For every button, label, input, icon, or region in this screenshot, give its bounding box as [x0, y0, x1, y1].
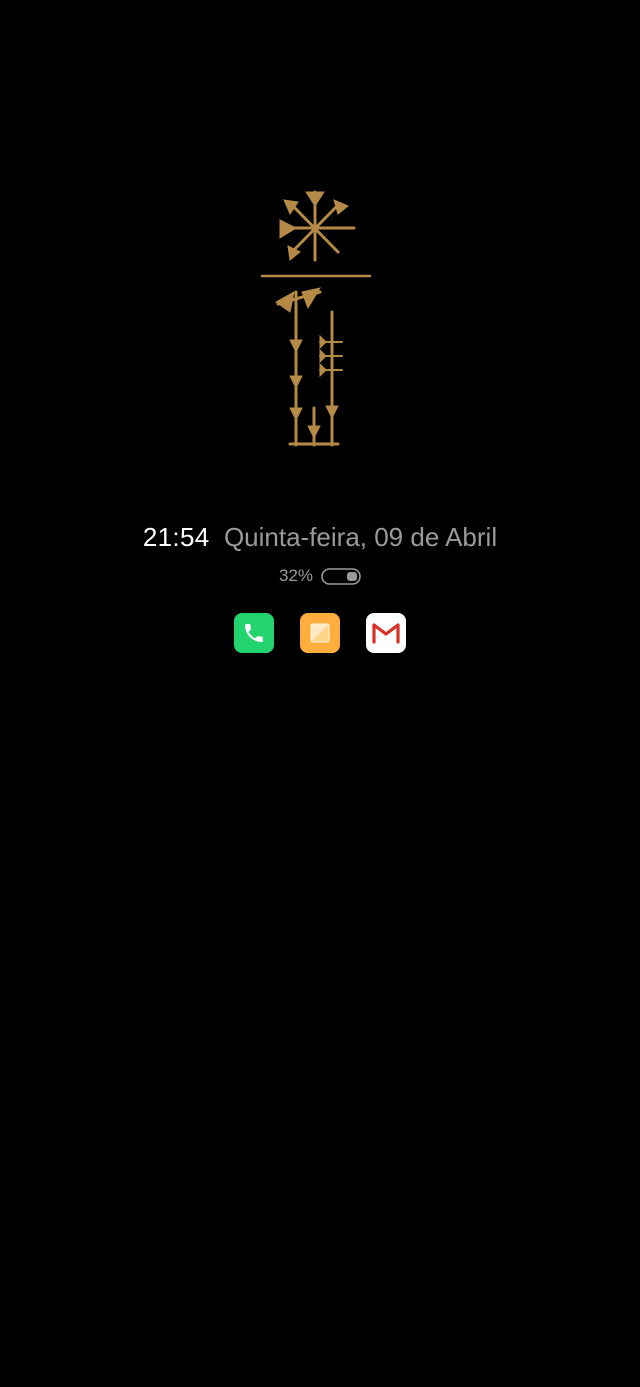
notes-app-icon[interactable] [300, 613, 340, 653]
clock-date: Quinta-feira, 09 de Abril [223, 522, 498, 552]
battery-status: 32% [0, 566, 640, 586]
gmail-app-icon[interactable] [366, 613, 406, 653]
clock-row: 21:54 Quinta-feira, 09 de Abril [0, 522, 640, 553]
cuneiform-wallpaper-art [260, 190, 372, 447]
phone-app-icon[interactable] [234, 613, 274, 653]
notes-icon [310, 623, 330, 643]
phone-icon [245, 624, 263, 642]
always-on-display-screen: 21:54 Quinta-feira, 09 de Abril 32% [0, 0, 640, 1387]
battery-percent: 32% [278, 566, 314, 585]
clock-time: 21:54 [142, 522, 210, 552]
notification-icons-row [0, 613, 640, 653]
battery-icon [321, 567, 361, 585]
gmail-icon [372, 623, 400, 644]
